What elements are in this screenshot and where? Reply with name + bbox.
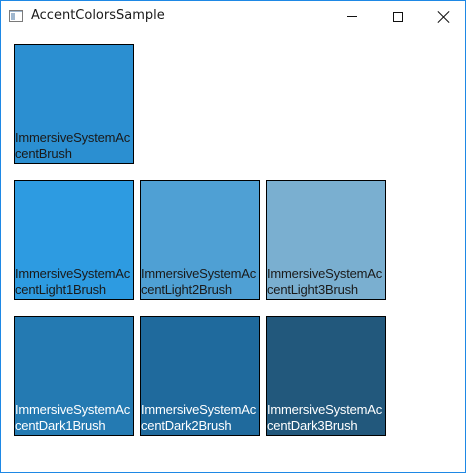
swatch-accent-light1-label: ImmersiveSystemAccentLight1Brush <box>15 266 131 297</box>
app-window: AccentColorsSample ImmersiveSystemAccent… <box>0 0 466 473</box>
minimize-button[interactable] <box>329 1 375 32</box>
swatch-accent-dark1: ImmersiveSystemAccentDark1Brush <box>14 316 134 436</box>
close-icon <box>438 11 450 23</box>
swatch-accent-dark2: ImmersiveSystemAccentDark2Brush <box>140 316 260 436</box>
swatch-accent-dark3: ImmersiveSystemAccentDark3Brush <box>266 316 386 436</box>
swatch-accent-light2: ImmersiveSystemAccentLight2Brush <box>140 180 260 300</box>
swatch-accent-label: ImmersiveSystemAccentBrush <box>15 130 131 161</box>
title-bar[interactable]: AccentColorsSample <box>1 1 465 32</box>
maximize-icon <box>393 11 403 22</box>
window-title: AccentColorsSample <box>31 8 165 23</box>
swatch-accent-light2-label: ImmersiveSystemAccentLight2Brush <box>141 266 257 297</box>
app-window-icon <box>9 10 23 22</box>
swatch-accent-dark2-label: ImmersiveSystemAccentDark2Brush <box>141 402 257 433</box>
maximize-button[interactable] <box>375 1 421 32</box>
swatch-accent-light3-label: ImmersiveSystemAccentLight3Brush <box>267 266 383 297</box>
close-button[interactable] <box>421 1 466 32</box>
swatch-accent: ImmersiveSystemAccentBrush <box>14 44 134 164</box>
swatch-accent-dark3-label: ImmersiveSystemAccentDark3Brush <box>267 402 383 433</box>
swatch-accent-light3: ImmersiveSystemAccentLight3Brush <box>266 180 386 300</box>
swatch-accent-light1: ImmersiveSystemAccentLight1Brush <box>14 180 134 300</box>
minimize-icon <box>347 16 357 17</box>
swatch-accent-dark1-label: ImmersiveSystemAccentDark1Brush <box>15 402 131 433</box>
